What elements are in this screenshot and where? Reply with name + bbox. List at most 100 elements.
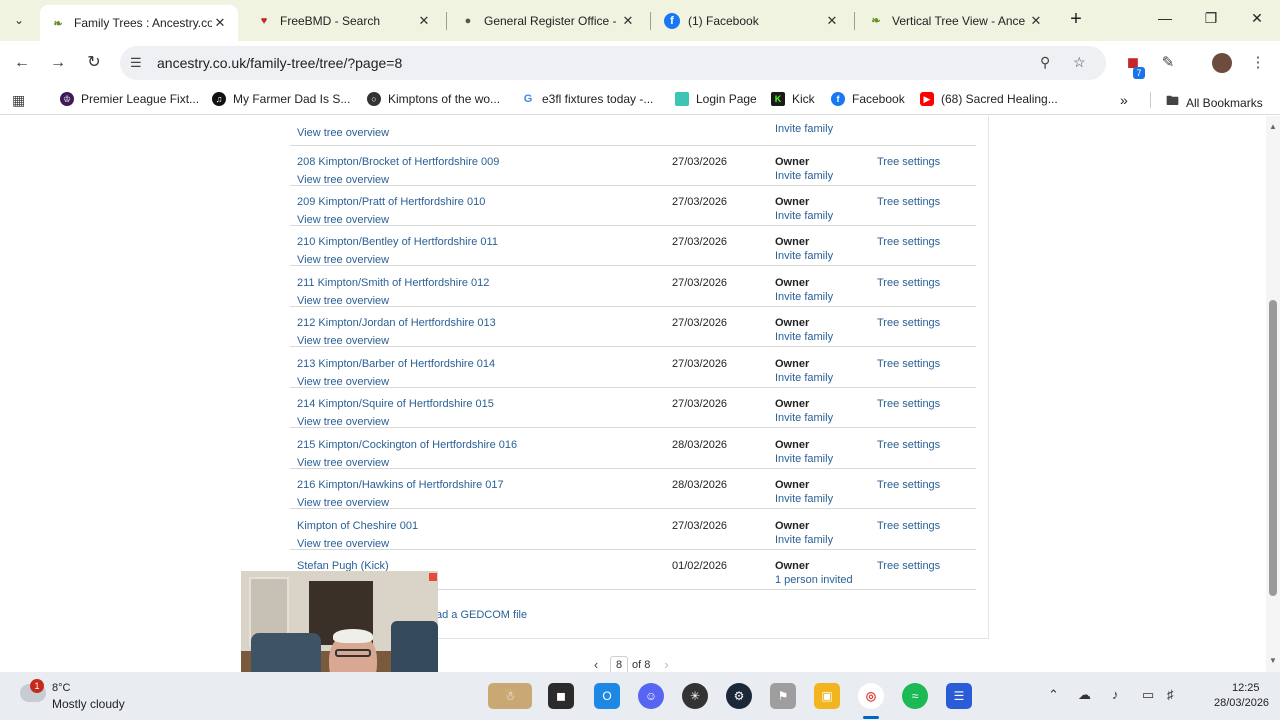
view-tree-overview-link[interactable]: View tree overview (297, 214, 389, 226)
clock-date[interactable]: 28/03/2026 (1214, 697, 1269, 709)
document-app-icon[interactable]: ☰ (946, 683, 972, 709)
reload-icon[interactable]: ↻ (82, 51, 106, 75)
spotify-icon[interactable]: ≈ (902, 683, 928, 709)
tree-name-link[interactable]: Kimpton of Cheshire 001 (297, 520, 418, 532)
task-view-icon[interactable]: ◼ (548, 683, 574, 709)
forward-arrow-icon[interactable]: → (46, 51, 70, 75)
speaker-icon[interactable]: ♯ (1167, 687, 1174, 702)
chrome-icon[interactable]: ◎ (858, 683, 884, 709)
bookmark-facebook[interactable]: f Facebook (831, 92, 905, 106)
tab-freebmd[interactable]: ♥ FreeBMD - Search ✕ (246, 4, 442, 37)
bookmark-kimptons[interactable]: ○ Kimptons of the wo... (367, 92, 500, 106)
view-tree-overview-link[interactable]: View tree overview (297, 376, 389, 388)
invite-family-link[interactable]: Invite family (775, 170, 833, 182)
onedrive-cloud-icon[interactable]: ☁ (1078, 687, 1091, 703)
apps-grid-icon[interactable]: ▦ (12, 92, 25, 109)
tree-name-link[interactable]: 213 Kimpton/Barber of Hertfordshire 014 (297, 358, 495, 370)
more-menu-icon[interactable]: ⋮ (1246, 51, 1270, 75)
minimize-button[interactable]: — (1150, 10, 1180, 26)
close-icon[interactable]: ✕ (212, 15, 228, 31)
search-highlight-icon[interactable]: ☃ (488, 683, 532, 709)
bookmark-e3fl-fixtures[interactable]: Ge3fl fixtures today -... (521, 92, 653, 106)
tree-settings-link[interactable]: Tree settings (877, 439, 940, 451)
new-tab-button[interactable]: + (1066, 9, 1086, 31)
url-text[interactable]: ancestry.co.uk/family-tree/tree/?page=8 (157, 55, 402, 71)
file-explorer-icon[interactable]: ▣ (814, 683, 840, 709)
view-tree-overview-link[interactable]: View tree overview (297, 127, 389, 139)
tree-settings-link[interactable]: Tree settings (877, 317, 940, 329)
profile-avatar[interactable] (1210, 51, 1234, 75)
zoom-icon[interactable]: ⚲ (1040, 54, 1050, 71)
invite-family-link[interactable]: Invite family (775, 493, 833, 505)
current-page-input[interactable]: 8 (610, 656, 628, 672)
site-info-icon[interactable]: ☰ (130, 55, 142, 71)
tree-settings-link[interactable]: Tree settings (877, 196, 940, 208)
bookmark-kick[interactable]: K Kick (771, 92, 815, 106)
scrollbar-thumb[interactable] (1269, 300, 1277, 596)
bookmark-premier-league[interactable]: ♔ Premier League Fixt... (60, 92, 199, 106)
page-scrollbar[interactable]: ▲ ▼ (1266, 116, 1280, 672)
address-bar[interactable]: ☰ ancestry.co.uk/family-tree/tree/?page=… (120, 46, 1106, 80)
view-tree-overview-link[interactable]: View tree overview (297, 497, 389, 509)
invite-family-link[interactable]: Invite family (775, 412, 833, 424)
tree-name-link[interactable]: 214 Kimpton/Squire of Hertfordshire 015 (297, 398, 494, 410)
show-hidden-icons-chevron-icon[interactable]: ⌃ (1048, 687, 1059, 703)
invited-count-link[interactable]: 1 person invited (775, 574, 853, 586)
view-tree-overview-link[interactable]: View tree overview (297, 457, 389, 469)
all-bookmarks-folder[interactable]: 🖿 All Bookmarks (1166, 92, 1263, 114)
tab-family-trees[interactable]: ❧ Family Trees : Ancestry.co ✕ (40, 5, 238, 41)
discord-icon[interactable]: ☺ (638, 683, 664, 709)
tab-general-register-office[interactable]: ● General Register Office - ✕ (450, 4, 646, 37)
restore-button[interactable]: ❐ (1196, 10, 1226, 27)
tree-settings-link[interactable]: Tree settings (877, 156, 940, 168)
tree-name-link[interactable]: 209 Kimpton/Pratt of Hertfordshire 010 (297, 196, 485, 208)
display-icon[interactable]: ▭ (1142, 687, 1154, 703)
invite-family-link[interactable]: Invite family (775, 534, 833, 546)
invite-family-link[interactable]: Invite family (775, 331, 833, 343)
close-icon[interactable]: ✕ (416, 13, 432, 29)
tree-settings-link[interactable]: Tree settings (877, 520, 940, 532)
close-icon[interactable]: ✕ (1028, 13, 1044, 29)
microphone-icon[interactable]: ♪ (1112, 687, 1119, 702)
tree-name-link[interactable]: 215 Kimpton/Cockington of Hertfordshire … (297, 439, 517, 451)
weather-temperature[interactable]: 8°C (52, 682, 70, 694)
webcam-close-icon[interactable] (429, 573, 437, 581)
extensions-puzzle-icon[interactable]: ✎ (1156, 51, 1180, 75)
bookmark-sacred-healing[interactable]: ▶ (68) Sacred Healing... (920, 92, 1058, 106)
tab-facebook[interactable]: f (1) Facebook ✕ (654, 4, 850, 37)
upload-gedcom-link[interactable]: ad a GEDCOM file (436, 609, 527, 621)
tree-settings-link[interactable]: Tree settings (877, 479, 940, 491)
view-tree-overview-link[interactable]: View tree overview (297, 254, 389, 266)
bookmark-login-page[interactable]: Login Page (675, 92, 757, 106)
invite-family-link[interactable]: Invite family (775, 250, 833, 262)
view-tree-overview-link[interactable]: View tree overview (297, 416, 389, 428)
invite-family-link[interactable]: Invite family (775, 210, 833, 222)
tree-settings-link[interactable]: Tree settings (877, 560, 940, 572)
outlook-icon[interactable]: O (594, 683, 620, 709)
next-page-icon[interactable]: › (656, 656, 676, 672)
back-arrow-icon[interactable]: ← (10, 51, 34, 75)
tree-name-link[interactable]: 212 Kimpton/Jordan of Hertfordshire 013 (297, 317, 496, 329)
invite-family-link[interactable]: Invite family (775, 123, 833, 135)
invite-family-link[interactable]: Invite family (775, 453, 833, 465)
close-icon[interactable]: ✕ (620, 13, 636, 29)
previous-page-icon[interactable]: ‹ (586, 656, 606, 672)
game-icon[interactable]: ⚑ (770, 683, 796, 709)
tree-settings-link[interactable]: Tree settings (877, 358, 940, 370)
tree-name-link[interactable]: 211 Kimpton/Smith of Hertfordshire 012 (297, 277, 489, 289)
close-window-button[interactable]: ✕ (1242, 10, 1272, 27)
steam-icon[interactable]: ⚙ (726, 683, 752, 709)
tree-settings-link[interactable]: Tree settings (877, 236, 940, 248)
tab-vertical-tree-view[interactable]: ❧ Vertical Tree View - Ance ✕ (858, 4, 1054, 37)
tree-settings-link[interactable]: Tree settings (877, 398, 940, 410)
tree-settings-link[interactable]: Tree settings (877, 277, 940, 289)
bookmark-star-icon[interactable]: ☆ (1073, 54, 1086, 71)
more-bookmarks-chevron-icon[interactable]: » (1120, 92, 1128, 108)
tree-name-link[interactable]: 216 Kimpton/Hawkins of Hertfordshire 017 (297, 479, 504, 491)
invite-family-link[interactable]: Invite family (775, 291, 833, 303)
openai-icon[interactable]: ✳ (682, 683, 708, 709)
bookmark-my-farmer-dad[interactable]: ♫ My Farmer Dad Is S... (212, 92, 350, 106)
tab-search-chevron-icon[interactable]: ⌄ (6, 8, 32, 32)
view-tree-overview-link[interactable]: View tree overview (297, 335, 389, 347)
view-tree-overview-link[interactable]: View tree overview (297, 295, 389, 307)
